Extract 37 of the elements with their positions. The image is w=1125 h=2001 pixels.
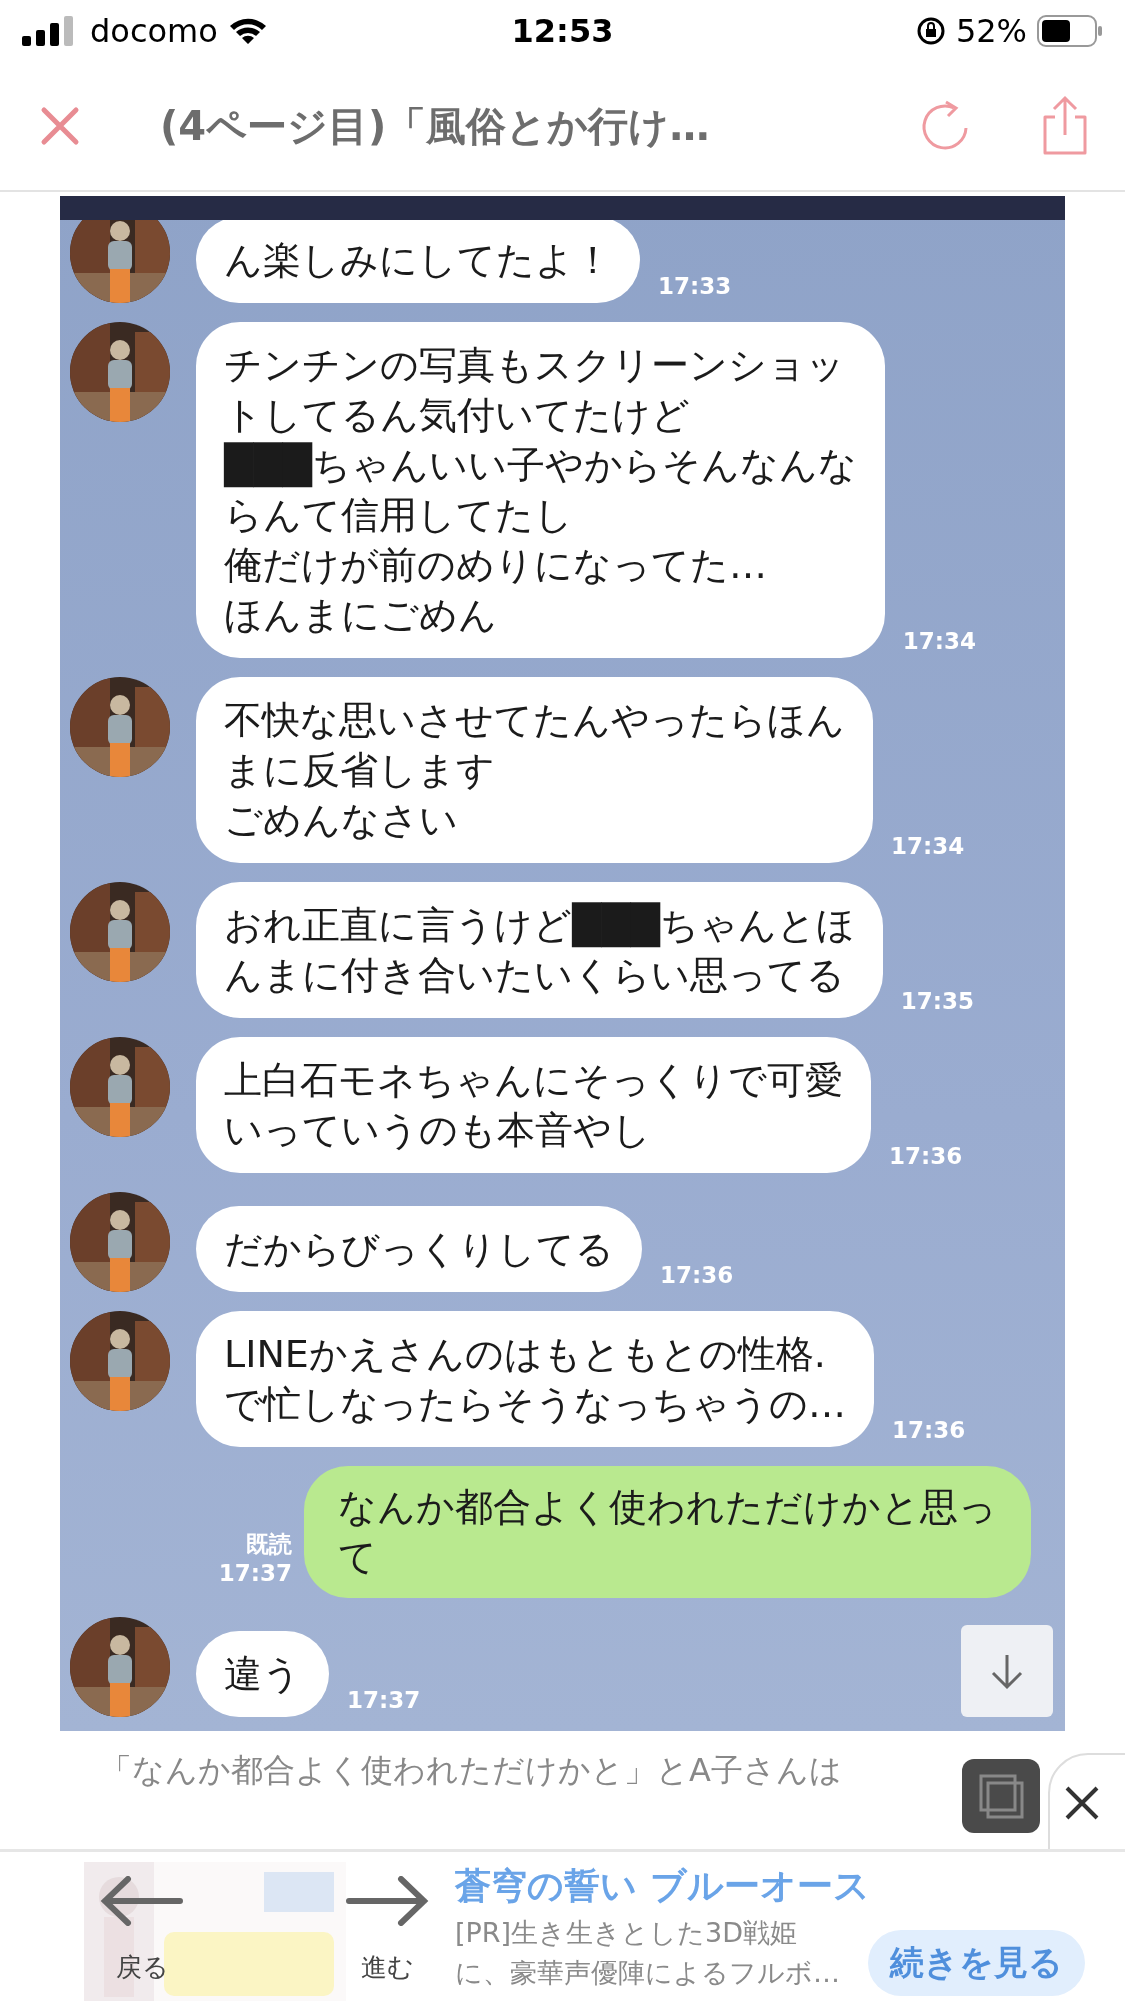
message-bubble: だからびっくりしてる — [196, 1206, 642, 1292]
rotation-lock-icon — [915, 16, 946, 46]
image-caption: 「なんか都合よく使われただけかと」とA子さんは — [100, 1750, 842, 1791]
message-bubble: 上白石モネちゃんにそっくりで可愛 いっていうのも本音やし — [196, 1037, 871, 1173]
close-icon[interactable] — [40, 106, 80, 146]
message-time: 17:37 — [218, 1560, 292, 1588]
message-time: 17:33 — [658, 273, 732, 301]
message-bubble: チンチンの写真もスクリーンショッ トしてるん気付いてたけど ███ちゃんいい子やからそんなんな らんて信用してたし 俺だけが前のめりになってた… ほんまにごめん — [196, 322, 885, 658]
message-bubble: おれ正直に言うけど███ちゃんとほ んまに付き合いたいくらい思ってる — [196, 882, 883, 1018]
scroll-down-button[interactable] — [961, 1625, 1053, 1717]
reload-icon[interactable] — [920, 100, 970, 152]
message-time: 17:36 — [660, 1262, 734, 1290]
battery-percent: 52% — [955, 12, 1027, 50]
clock-time: 12:53 — [511, 12, 614, 50]
message-time: 17:36 — [889, 1143, 963, 1171]
message-bubble: なんか都合よく使われただけかと思っ て — [304, 1466, 1031, 1598]
message-time: 17:36 — [892, 1417, 966, 1445]
read-receipt: 既読 — [246, 1530, 292, 1559]
message-time: 17:37 — [347, 1687, 421, 1715]
message-time: 17:34 — [902, 628, 976, 656]
ad-title: 蒼穹の誓い ブルーオース — [455, 1864, 870, 1908]
close-icon — [1064, 1785, 1100, 1821]
page-title: (4ページ目)「風俗とか行け… — [159, 101, 711, 151]
forward-button[interactable]: 進む — [345, 1876, 429, 1985]
message-bubble: ん楽しみにしてたよ！ — [196, 217, 640, 303]
message-bubble: 違う — [196, 1631, 329, 1717]
ad-text: [PR]生き生きとした3D戦姫 — [455, 1916, 798, 1950]
message-bubble: 不快な思いさせてたんやったらほん まに反省します ごめんなさい — [196, 677, 873, 863]
carrier-name: docomo — [90, 12, 218, 50]
copy-button[interactable] — [962, 1759, 1040, 1833]
message-time: 17:34 — [891, 833, 965, 861]
copy-icon — [977, 1772, 1025, 1820]
ad-text: に、豪華声優陣によるフルボ… — [455, 1956, 840, 1990]
battery-icon — [1037, 15, 1103, 47]
message-time: 17:35 — [900, 988, 974, 1016]
message-bubble: LINEかえさんのはもともとの性格. で忙しなったらそうなっちゃうの… — [196, 1311, 874, 1447]
close-tab[interactable] — [1048, 1753, 1125, 1849]
